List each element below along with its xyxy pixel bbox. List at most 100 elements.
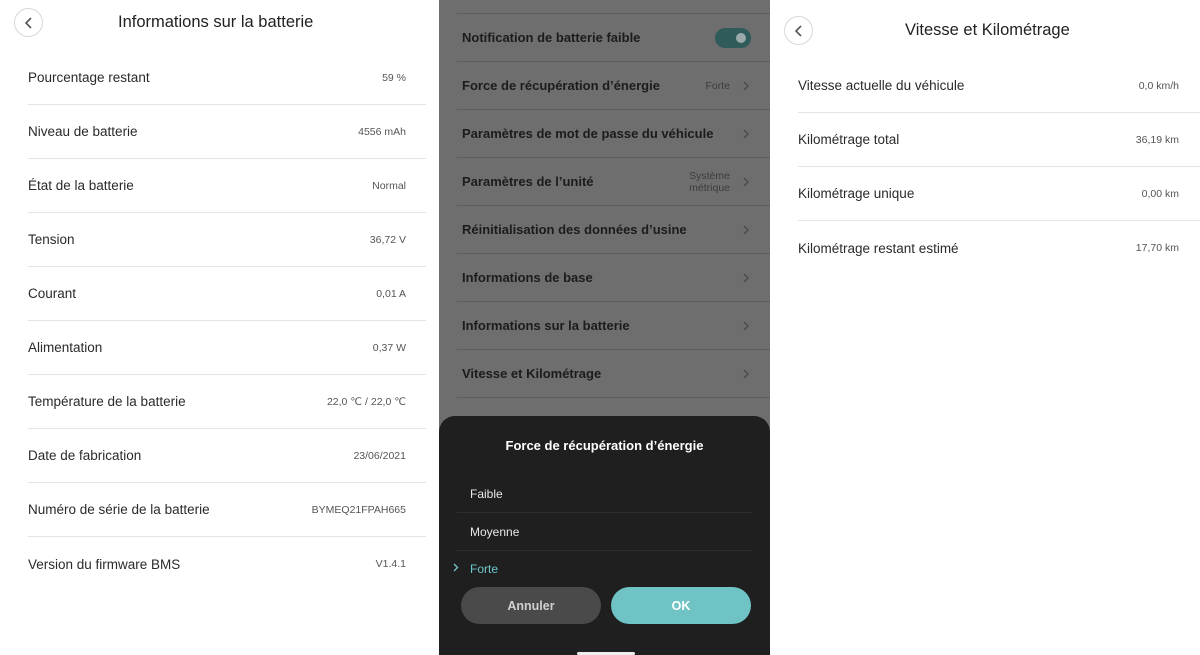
row-battery-level: Niveau de batterie 4556 mAh — [28, 105, 426, 159]
row-label: Kilométrage unique — [798, 186, 915, 201]
option-medium[interactable]: Moyenne — [439, 513, 770, 550]
unit-value-line-2: métrique — [689, 181, 730, 194]
settings-item-label: Paramètres de l’unité — [462, 174, 594, 189]
chevron-right-icon — [743, 225, 749, 234]
row-value: 17,70 km — [1135, 242, 1179, 254]
settings-item-label: Vitesse et Kilométrage — [462, 366, 602, 381]
settings-item-factory-reset[interactable]: Réinitialisation des données d’usine — [457, 206, 770, 254]
settings-item-low-battery-notification[interactable]: Notification de batterie faible — [457, 14, 770, 62]
toggle-knob — [736, 32, 746, 43]
row-label: Niveau de batterie — [28, 124, 138, 139]
settings-item-value: Système métrique — [689, 170, 730, 194]
row-label: Tension — [28, 232, 75, 247]
chevron-right-icon — [743, 369, 749, 378]
settings-item-label: Notification de batterie faible — [462, 30, 641, 45]
row-value: 0,37 W — [372, 341, 406, 354]
settings-item-units[interactable]: Paramètres de l’unité Système métrique — [457, 158, 770, 206]
row-label: Courant — [28, 286, 77, 301]
row-value: 0,00 km — [1141, 187, 1179, 200]
row-total-mileage: Kilométrage total 36,19 km — [798, 113, 1200, 167]
row-trip-mileage: Kilométrage unique 0,00 km — [798, 167, 1200, 221]
row-value: 0,0 km/h — [1138, 79, 1179, 92]
settings-screen: Notification de batterie faible Force de… — [439, 0, 770, 655]
row-power: Alimentation 0,37 W — [28, 321, 426, 375]
row-value: 0,01 A — [376, 287, 406, 300]
chevron-left-icon — [794, 24, 802, 37]
settings-item-right — [742, 369, 750, 379]
battery-info-list: Pourcentage restant 59 % Niveau de batte… — [28, 51, 426, 591]
chevron-right-icon — [743, 129, 749, 138]
settings-item-battery-info[interactable]: Informations sur la batterie — [457, 302, 770, 350]
chevron-right-icon — [743, 177, 749, 186]
row-bms-firmware: Version du firmware BMS V1.4.1 — [28, 537, 426, 591]
settings-item-label: Informations sur la batterie — [462, 318, 630, 333]
option-label: Forte — [470, 561, 499, 576]
settings-item-speed-mileage[interactable]: Vitesse et Kilométrage — [457, 350, 770, 398]
row-remaining-percentage: Pourcentage restant 59 % — [28, 51, 426, 105]
row-manufacture-date: Date de fabrication 23/06/2021 — [28, 429, 426, 483]
option-low[interactable]: Faible — [439, 475, 770, 512]
settings-item-right: Forte — [705, 80, 750, 92]
row-value: Normal — [372, 179, 406, 192]
settings-item-right — [742, 273, 750, 283]
energy-recovery-bottom-sheet: Force de récupération d’énergie Faible M… — [439, 416, 770, 655]
speed-mileage-screen: Vitesse et Kilométrage Vitesse actuelle … — [770, 0, 1200, 655]
option-strong[interactable]: Forte — [439, 550, 770, 587]
row-label: Numéro de série de la batterie — [28, 502, 210, 517]
row-label: État de la batterie — [28, 178, 134, 193]
row-label: Date de fabrication — [28, 448, 142, 463]
battery-info-screen: Informations sur la batterie Pourcentage… — [0, 0, 439, 655]
row-battery-state: État de la batterie Normal — [28, 159, 426, 213]
chevron-right-icon — [743, 321, 749, 330]
option-label: Moyenne — [470, 524, 520, 539]
row-current: Courant 0,01 A — [28, 267, 426, 321]
chevron-left-icon — [24, 16, 32, 29]
settings-item-value: Forte — [705, 79, 730, 92]
row-serial-number: Numéro de série de la batterie BYMEQ21FP… — [28, 483, 426, 537]
row-voltage: Tension 36,72 V — [28, 213, 426, 267]
row-label: Version du firmware BMS — [28, 556, 181, 572]
row-value: 22,0 ℃ / 22,0 ℃ — [326, 395, 406, 408]
unit-value-line-1: Système — [689, 169, 730, 182]
row-current-speed: Vitesse actuelle du véhicule 0,0 km/h — [798, 59, 1200, 113]
row-label: Température de la batterie — [28, 394, 186, 409]
settings-item-right — [742, 321, 750, 331]
back-button[interactable] — [784, 16, 813, 45]
row-battery-temperature: Température de la batterie 22,0 ℃ / 22,0… — [28, 375, 426, 429]
option-label: Faible — [470, 486, 503, 501]
settings-item-label: Paramètres de mot de passe du véhicule — [462, 126, 714, 141]
settings-item-label: Réinitialisation des données d’usine — [462, 222, 687, 237]
row-value: 23/06/2021 — [353, 449, 406, 462]
back-button[interactable] — [14, 8, 43, 37]
low-battery-toggle[interactable] — [715, 27, 751, 48]
settings-item-label: Informations de base — [462, 270, 593, 285]
row-label: Vitesse actuelle du véhicule — [798, 78, 965, 93]
chevron-right-icon — [743, 273, 749, 282]
sheet-title: Force de récupération d’énergie — [505, 438, 704, 453]
row-value: V1.4.1 — [375, 558, 406, 570]
settings-list: Notification de batterie faible Force de… — [457, 14, 770, 398]
row-value: 4556 mAh — [358, 125, 406, 138]
page-title: Informations sur la batterie — [118, 13, 314, 31]
settings-item-right — [742, 225, 750, 235]
row-value: BYMEQ21FPAH665 — [311, 503, 406, 516]
row-value: 59 % — [382, 71, 406, 84]
row-label: Pourcentage restant — [28, 70, 150, 85]
page-title: Vitesse et Kilométrage — [905, 21, 1070, 39]
row-label: Kilométrage total — [798, 132, 900, 147]
settings-item-label: Force de récupération d’énergie — [462, 78, 660, 93]
speed-mileage-list: Vitesse actuelle du véhicule 0,0 km/h Ki… — [798, 59, 1200, 275]
row-label: Alimentation — [28, 340, 103, 355]
settings-item-password[interactable]: Paramètres de mot de passe du véhicule — [457, 110, 770, 158]
row-value: 36,72 V — [369, 233, 406, 246]
settings-item-basic-info[interactable]: Informations de base — [457, 254, 770, 302]
row-value: 36,19 km — [1135, 133, 1179, 146]
ok-button[interactable]: OK — [611, 587, 751, 624]
cancel-button[interactable]: Annuler — [461, 587, 601, 624]
settings-item-energy-recovery[interactable]: Force de récupération d’énergie Forte — [457, 62, 770, 110]
row-label: Kilométrage restant estimé — [798, 240, 959, 256]
settings-item-right: Système métrique — [689, 170, 750, 194]
row-estimated-range: Kilométrage restant estimé 17,70 km — [798, 221, 1200, 275]
chevron-right-icon — [743, 81, 749, 90]
check-icon — [453, 563, 459, 572]
